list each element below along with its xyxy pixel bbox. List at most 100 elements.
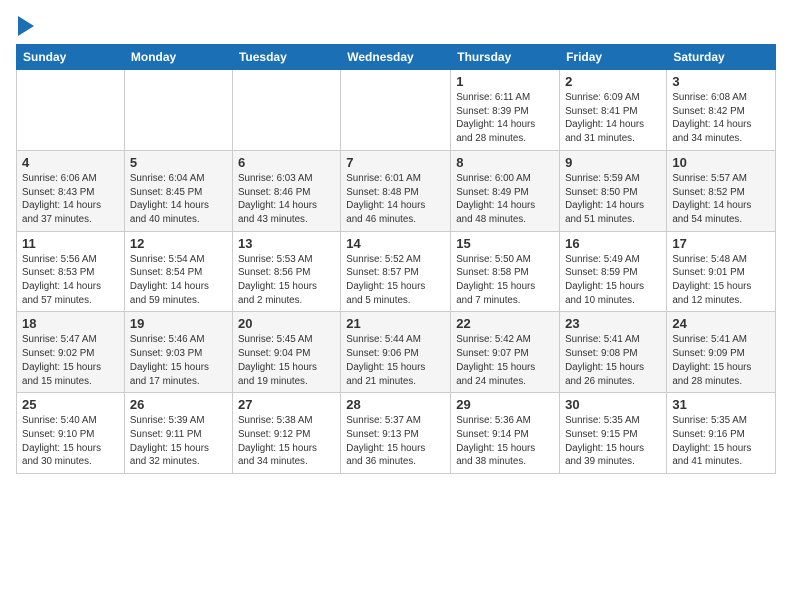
day-number: 14: [346, 236, 445, 251]
day-info: Sunrise: 5:42 AM Sunset: 9:07 PM Dayligh…: [456, 333, 554, 388]
day-info: Sunrise: 5:56 AM Sunset: 8:53 PM Dayligh…: [22, 253, 119, 308]
day-info: Sunrise: 5:35 AM Sunset: 9:16 PM Dayligh…: [672, 414, 770, 469]
day-number: 31: [672, 397, 770, 412]
calendar-cell: 6 Sunrise: 6:03 AM Sunset: 8:46 PM Daylig…: [232, 150, 340, 231]
day-number: 2: [565, 74, 661, 89]
day-info: Sunrise: 5:54 AM Sunset: 8:54 PM Dayligh…: [130, 253, 227, 308]
day-number: 29: [456, 397, 554, 412]
calendar-cell: 21 Sunrise: 5:44 AM Sunset: 9:06 PM Dayli…: [341, 312, 451, 393]
day-info: Sunrise: 5:52 AM Sunset: 8:57 PM Dayligh…: [346, 253, 445, 308]
day-info: Sunrise: 5:41 AM Sunset: 9:09 PM Dayligh…: [672, 333, 770, 388]
day-number: 7: [346, 155, 445, 170]
day-number: 26: [130, 397, 227, 412]
calendar-cell: 5 Sunrise: 6:04 AM Sunset: 8:45 PM Daylig…: [124, 150, 232, 231]
calendar-cell: 18 Sunrise: 5:47 AM Sunset: 9:02 PM Dayli…: [17, 312, 125, 393]
day-info: Sunrise: 5:46 AM Sunset: 9:03 PM Dayligh…: [130, 333, 227, 388]
calendar-cell: 15 Sunrise: 5:50 AM Sunset: 8:58 PM Dayli…: [451, 231, 560, 312]
day-info: Sunrise: 6:06 AM Sunset: 8:43 PM Dayligh…: [22, 172, 119, 227]
calendar-cell: 14 Sunrise: 5:52 AM Sunset: 8:57 PM Dayli…: [341, 231, 451, 312]
calendar-cell: 9 Sunrise: 5:59 AM Sunset: 8:50 PM Daylig…: [560, 150, 667, 231]
calendar-week-row: 11 Sunrise: 5:56 AM Sunset: 8:53 PM Dayli…: [17, 231, 776, 312]
day-info: Sunrise: 6:09 AM Sunset: 8:41 PM Dayligh…: [565, 91, 661, 146]
day-info: Sunrise: 5:38 AM Sunset: 9:12 PM Dayligh…: [238, 414, 335, 469]
calendar-cell: 23 Sunrise: 5:41 AM Sunset: 9:08 PM Dayli…: [560, 312, 667, 393]
logo-arrow-icon: [18, 16, 34, 36]
day-number: 5: [130, 155, 227, 170]
day-number: 30: [565, 397, 661, 412]
calendar-cell: [341, 70, 451, 151]
calendar-cell: 8 Sunrise: 6:00 AM Sunset: 8:49 PM Daylig…: [451, 150, 560, 231]
day-info: Sunrise: 6:08 AM Sunset: 8:42 PM Dayligh…: [672, 91, 770, 146]
day-number: 8: [456, 155, 554, 170]
day-number: 11: [22, 236, 119, 251]
day-info: Sunrise: 5:57 AM Sunset: 8:52 PM Dayligh…: [672, 172, 770, 227]
day-number: 20: [238, 316, 335, 331]
day-number: 9: [565, 155, 661, 170]
day-info: Sunrise: 5:35 AM Sunset: 9:15 PM Dayligh…: [565, 414, 661, 469]
calendar-cell: 12 Sunrise: 5:54 AM Sunset: 8:54 PM Dayli…: [124, 231, 232, 312]
day-info: Sunrise: 6:00 AM Sunset: 8:49 PM Dayligh…: [456, 172, 554, 227]
logo: [16, 16, 34, 32]
day-info: Sunrise: 5:37 AM Sunset: 9:13 PM Dayligh…: [346, 414, 445, 469]
day-number: 13: [238, 236, 335, 251]
day-info: Sunrise: 5:53 AM Sunset: 8:56 PM Dayligh…: [238, 253, 335, 308]
day-number: 3: [672, 74, 770, 89]
day-info: Sunrise: 5:40 AM Sunset: 9:10 PM Dayligh…: [22, 414, 119, 469]
day-info: Sunrise: 5:39 AM Sunset: 9:11 PM Dayligh…: [130, 414, 227, 469]
calendar-cell: 25Sunrise: 5:40 AM Sunset: 9:10 PM Dayli…: [17, 393, 125, 474]
weekday-header: Wednesday: [341, 45, 451, 70]
calendar-week-row: 4 Sunrise: 6:06 AM Sunset: 8:43 PM Daylig…: [17, 150, 776, 231]
calendar-week-row: 1Sunrise: 6:11 AM Sunset: 8:39 PM Daylig…: [17, 70, 776, 151]
calendar-week-row: 25Sunrise: 5:40 AM Sunset: 9:10 PM Dayli…: [17, 393, 776, 474]
day-number: 21: [346, 316, 445, 331]
calendar-cell: 19 Sunrise: 5:46 AM Sunset: 9:03 PM Dayli…: [124, 312, 232, 393]
calendar-cell: 4 Sunrise: 6:06 AM Sunset: 8:43 PM Daylig…: [17, 150, 125, 231]
calendar-cell: 26 Sunrise: 5:39 AM Sunset: 9:11 PM Dayli…: [124, 393, 232, 474]
day-info: Sunrise: 5:41 AM Sunset: 9:08 PM Dayligh…: [565, 333, 661, 388]
day-number: 15: [456, 236, 554, 251]
day-number: 4: [22, 155, 119, 170]
calendar-cell: 31 Sunrise: 5:35 AM Sunset: 9:16 PM Dayli…: [667, 393, 776, 474]
day-info: Sunrise: 6:11 AM Sunset: 8:39 PM Dayligh…: [456, 91, 554, 146]
day-info: Sunrise: 5:49 AM Sunset: 8:59 PM Dayligh…: [565, 253, 661, 308]
day-info: Sunrise: 5:36 AM Sunset: 9:14 PM Dayligh…: [456, 414, 554, 469]
day-number: 28: [346, 397, 445, 412]
day-number: 12: [130, 236, 227, 251]
calendar-week-row: 18 Sunrise: 5:47 AM Sunset: 9:02 PM Dayli…: [17, 312, 776, 393]
day-number: 27: [238, 397, 335, 412]
day-info: Sunrise: 6:03 AM Sunset: 8:46 PM Dayligh…: [238, 172, 335, 227]
calendar-cell: 27 Sunrise: 5:38 AM Sunset: 9:12 PM Dayli…: [232, 393, 340, 474]
day-number: 19: [130, 316, 227, 331]
calendar-cell: 20 Sunrise: 5:45 AM Sunset: 9:04 PM Dayli…: [232, 312, 340, 393]
calendar-cell: [124, 70, 232, 151]
day-number: 17: [672, 236, 770, 251]
day-info: Sunrise: 5:44 AM Sunset: 9:06 PM Dayligh…: [346, 333, 445, 388]
day-number: 6: [238, 155, 335, 170]
day-number: 10: [672, 155, 770, 170]
calendar-table: SundayMondayTuesdayWednesdayThursdayFrid…: [16, 44, 776, 474]
calendar-cell: 29 Sunrise: 5:36 AM Sunset: 9:14 PM Dayli…: [451, 393, 560, 474]
day-number: 24: [672, 316, 770, 331]
calendar-cell: [17, 70, 125, 151]
weekday-header: Sunday: [17, 45, 125, 70]
day-info: Sunrise: 5:50 AM Sunset: 8:58 PM Dayligh…: [456, 253, 554, 308]
calendar-cell: 2 Sunrise: 6:09 AM Sunset: 8:41 PM Daylig…: [560, 70, 667, 151]
calendar-cell: 24 Sunrise: 5:41 AM Sunset: 9:09 PM Dayli…: [667, 312, 776, 393]
day-number: 22: [456, 316, 554, 331]
day-info: Sunrise: 5:45 AM Sunset: 9:04 PM Dayligh…: [238, 333, 335, 388]
calendar-cell: 11 Sunrise: 5:56 AM Sunset: 8:53 PM Dayli…: [17, 231, 125, 312]
calendar-cell: 7 Sunrise: 6:01 AM Sunset: 8:48 PM Daylig…: [341, 150, 451, 231]
day-number: 18: [22, 316, 119, 331]
weekday-header: Tuesday: [232, 45, 340, 70]
day-info: Sunrise: 6:04 AM Sunset: 8:45 PM Dayligh…: [130, 172, 227, 227]
day-number: 23: [565, 316, 661, 331]
page-header: [16, 16, 776, 32]
day-info: Sunrise: 5:47 AM Sunset: 9:02 PM Dayligh…: [22, 333, 119, 388]
calendar-cell: 3 Sunrise: 6:08 AM Sunset: 8:42 PM Daylig…: [667, 70, 776, 151]
weekday-header: Friday: [560, 45, 667, 70]
day-info: Sunrise: 5:48 AM Sunset: 9:01 PM Dayligh…: [672, 253, 770, 308]
day-info: Sunrise: 6:01 AM Sunset: 8:48 PM Dayligh…: [346, 172, 445, 227]
day-info: Sunrise: 5:59 AM Sunset: 8:50 PM Dayligh…: [565, 172, 661, 227]
calendar-cell: 28 Sunrise: 5:37 AM Sunset: 9:13 PM Dayli…: [341, 393, 451, 474]
calendar-cell: 16Sunrise: 5:49 AM Sunset: 8:59 PM Dayli…: [560, 231, 667, 312]
